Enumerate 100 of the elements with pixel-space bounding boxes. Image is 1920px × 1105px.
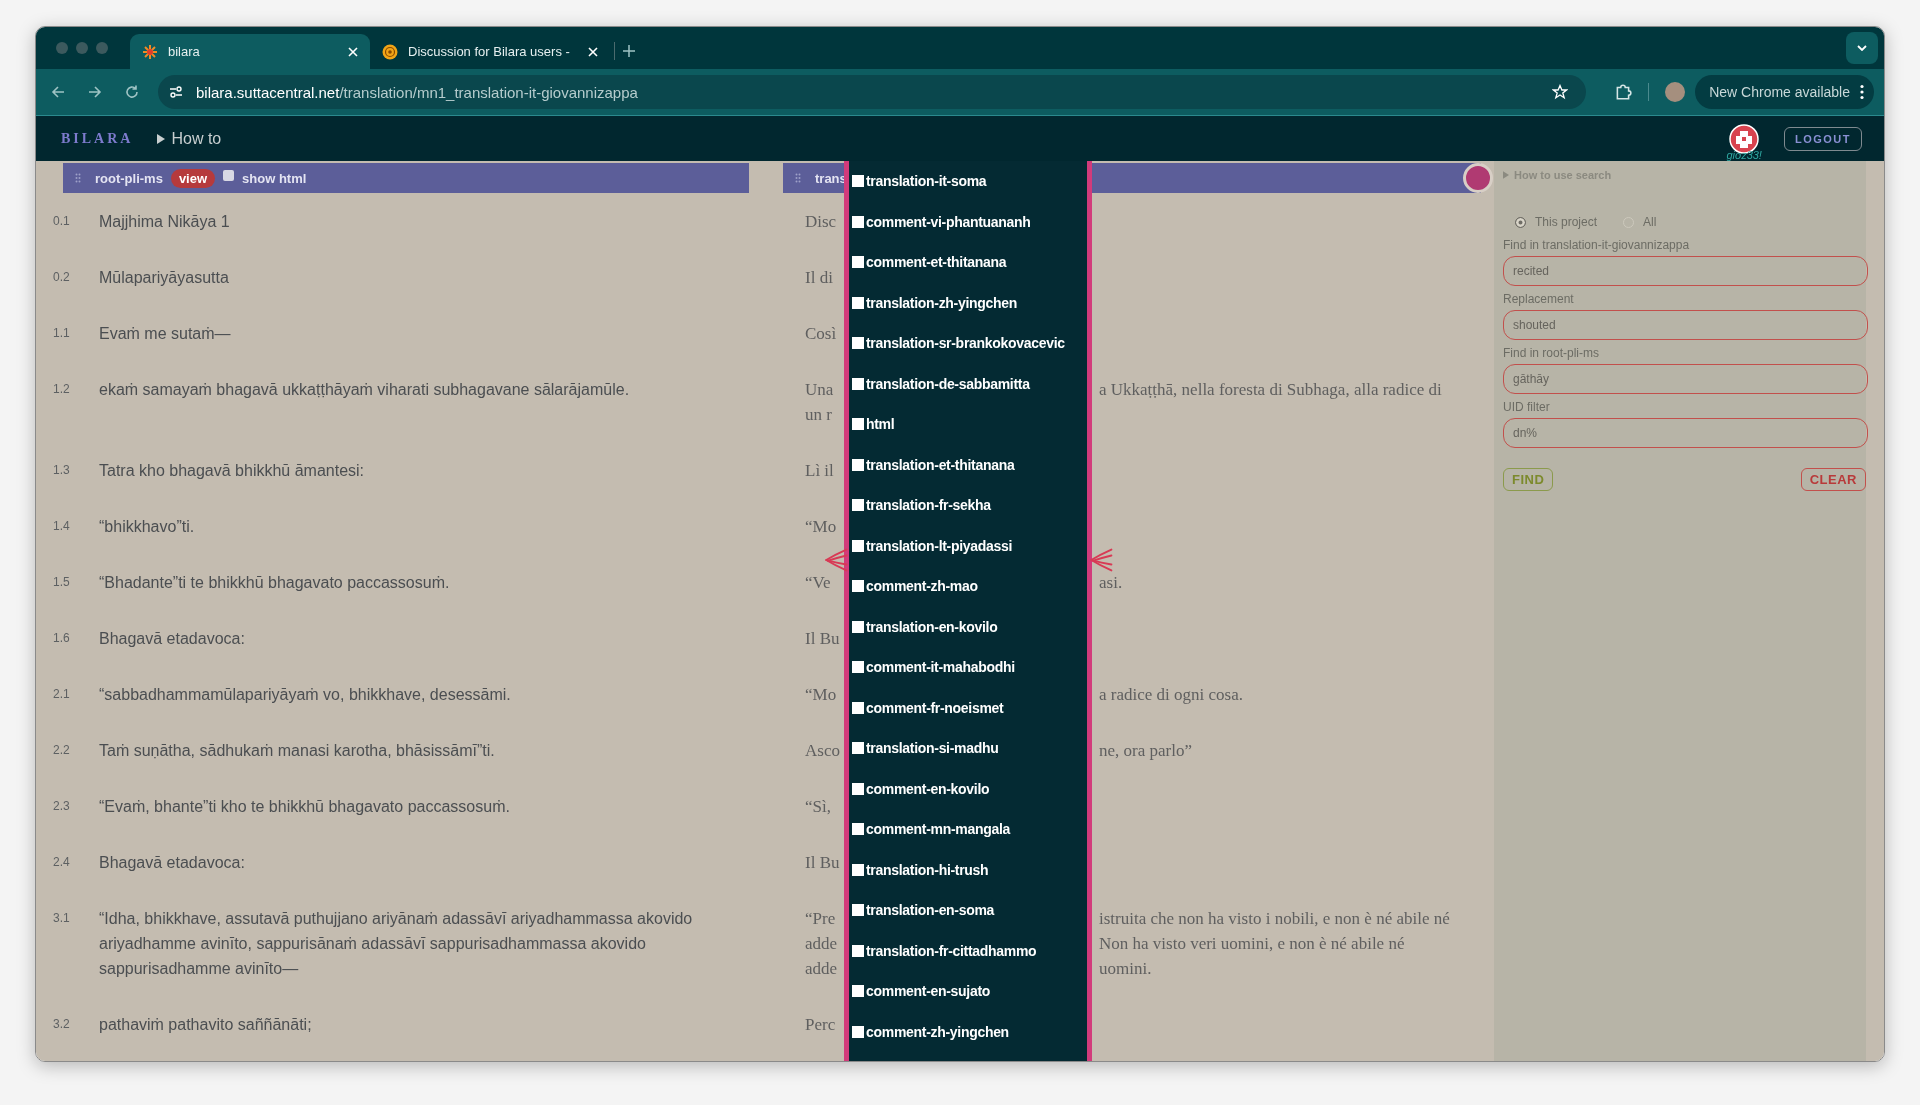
translation-text: adde	[805, 958, 838, 980]
checkbox[interactable]	[852, 985, 864, 998]
menu-item[interactable]: comment-mn-mangala	[849, 809, 1087, 850]
translation-text: adde	[805, 933, 838, 955]
menu-item[interactable]: translation-si-madhu	[849, 728, 1087, 769]
menu-item[interactable]: translation-lt-piyadassi	[849, 525, 1087, 566]
drag-handle-icon[interactable]	[795, 173, 801, 183]
menu-item[interactable]: translation-hi-trush	[849, 849, 1087, 890]
star-icon[interactable]	[1552, 84, 1569, 100]
menu-item[interactable]: comment-en-sujato	[849, 971, 1087, 1012]
field-label: Replacement	[1503, 292, 1575, 306]
translation-text: “Ve	[805, 572, 831, 594]
checkbox[interactable]	[852, 944, 864, 957]
menu-item[interactable]: translation-it-soma	[849, 161, 1087, 202]
site-settings-icon[interactable]	[167, 84, 184, 100]
menu-item[interactable]: comment-it-mahabodhi	[849, 647, 1087, 688]
checkbox[interactable]	[852, 701, 864, 714]
puzzle-icon[interactable]	[1614, 83, 1633, 101]
triangle-right-icon	[1503, 171, 1509, 179]
root-text: Majjhima Nikāya 1	[99, 212, 230, 232]
translation-text: “Sì,	[805, 796, 831, 818]
menu-item[interactable]: translation-zh-yingchen	[849, 282, 1087, 323]
nav-link[interactable]: How to	[157, 129, 222, 148]
drag-handle-icon[interactable]	[75, 173, 81, 183]
checkbox[interactable]	[852, 782, 864, 795]
app-logo[interactable]: BILARA	[61, 130, 134, 147]
menu-item[interactable]: comment-fr-noeismet	[849, 687, 1087, 728]
menu-item[interactable]: comment-zh-mao	[849, 566, 1087, 607]
root-text: “Evaṁ, bhante”ti kho te bhikkhū bhagavato paccassosuṁ.	[99, 797, 510, 817]
translation-text: Così	[805, 323, 837, 345]
translation-text: Perc	[805, 1014, 836, 1036]
menu-item[interactable]: translation-et-thitanana	[849, 444, 1087, 485]
segment-id: 1.1	[53, 325, 71, 342]
translation-text: Lì il	[805, 460, 834, 482]
checkbox[interactable]	[852, 904, 864, 917]
checkbox[interactable]	[852, 823, 864, 836]
circle-button[interactable]	[1463, 163, 1493, 193]
translation-text: Il di	[805, 267, 833, 289]
checkbox[interactable]	[852, 499, 864, 512]
checkbox[interactable]	[223, 169, 235, 181]
menu-icon[interactable]	[1860, 84, 1864, 100]
menu-item[interactable]: comment-zh-yingchen	[849, 1011, 1087, 1052]
translation-text: “Mo	[805, 516, 837, 538]
checkbox[interactable]	[852, 458, 864, 471]
menu-item[interactable]: html	[849, 404, 1087, 445]
menu-item[interactable]: translation-fr-sekha	[849, 485, 1087, 526]
checkbox[interactable]	[852, 580, 864, 593]
checkbox[interactable]	[852, 418, 864, 431]
search-field[interactable]: gāthāy	[1503, 364, 1868, 394]
segment-id: 1.2	[53, 381, 71, 398]
radio-button[interactable]	[1515, 216, 1526, 228]
checkbox[interactable]	[852, 215, 864, 228]
tab-search-button[interactable]	[1846, 32, 1878, 64]
profile-avatar[interactable]	[1665, 82, 1686, 102]
checkbox[interactable]	[852, 337, 864, 350]
forward-icon[interactable]	[87, 84, 103, 100]
segment-id: 1.4	[53, 518, 71, 535]
menu-item[interactable]: translation-en-kovilo	[849, 606, 1087, 647]
translation-text: a Ukkaṭṭhā, nella foresta di Subhaga, alla radice di	[1099, 379, 1442, 401]
translation-text: uomini.	[1099, 958, 1152, 980]
browser-tab[interactable]: bilara	[130, 34, 370, 69]
menu-item[interactable]: translation-fr-cittadhammo	[849, 930, 1087, 971]
browser-tab[interactable]: Discussion for Bilara users -	[370, 34, 610, 69]
search-field[interactable]: shouted	[1503, 310, 1868, 340]
back-icon[interactable]	[50, 84, 66, 100]
reload-icon[interactable]	[123, 84, 140, 100]
close-icon[interactable]	[348, 46, 358, 57]
translation-text: a radice di ogni cosa.	[1099, 684, 1243, 706]
view-button[interactable]: view	[170, 168, 216, 188]
checkbox[interactable]	[852, 256, 864, 269]
checkbox[interactable]	[852, 296, 864, 309]
menu-item[interactable]: translation-sr-brankokovacevic	[849, 323, 1087, 364]
field-label: Find in translation-it-giovannizappa	[1503, 238, 1691, 252]
checkbox[interactable]	[852, 661, 864, 674]
checkbox[interactable]	[852, 863, 864, 876]
segment-id: 3.1	[53, 910, 71, 927]
menu-item[interactable]: comment-en-kovilo	[849, 768, 1087, 809]
checkbox[interactable]	[852, 742, 864, 755]
checkbox[interactable]	[852, 175, 864, 188]
search-field[interactable]: dn%	[1503, 418, 1868, 448]
address-field[interactable]: bilara.suttacentral.net/translation/mn1_translation-it-giovannizappa	[157, 75, 1587, 109]
checkbox[interactable]	[852, 539, 864, 552]
translation-text: Il Bu	[805, 628, 840, 650]
translation-text: “Pre	[805, 908, 836, 930]
menu-item[interactable]: translation-en-soma	[849, 890, 1087, 931]
search-field[interactable]: recited	[1503, 256, 1868, 286]
checkbox[interactable]	[852, 620, 864, 633]
update-button[interactable]: New Chrome available	[1695, 75, 1874, 109]
translation-text: Non ha visto veri uomini, e non è né abile né	[1099, 933, 1405, 955]
menu-item[interactable]: comment-vi-phantuananh	[849, 201, 1087, 242]
chevron-down-icon	[1857, 45, 1867, 51]
root-text: ekaṁ samayaṁ bhagavā ukkaṭṭhāyaṁ viharati subhagavane sālarājamūle.	[99, 380, 630, 400]
checkbox[interactable]	[852, 1025, 864, 1038]
logout-button[interactable]: LOGOUT	[1783, 126, 1862, 151]
checkbox[interactable]	[852, 377, 864, 390]
segment-id: 0.2	[53, 269, 71, 286]
menu-item[interactable]: comment-et-thitanana	[849, 242, 1087, 283]
menu-item[interactable]: translation-de-sabbamitta	[849, 363, 1087, 404]
close-icon[interactable]	[588, 46, 598, 57]
new-tab-icon[interactable]	[623, 45, 635, 57]
